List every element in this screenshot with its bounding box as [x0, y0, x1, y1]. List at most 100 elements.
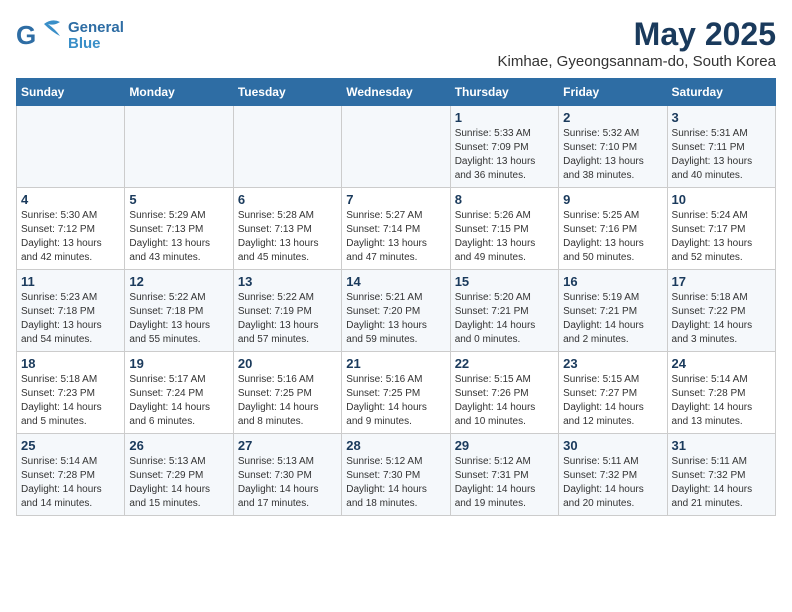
cell-2-0: 11Sunrise: 5:23 AM Sunset: 7:18 PM Dayli… — [17, 270, 125, 352]
page-title: May 2025 — [497, 16, 776, 53]
day-info: Sunrise: 5:12 AM Sunset: 7:30 PM Dayligh… — [346, 455, 445, 511]
header-day-saturday: Saturday — [667, 79, 775, 106]
day-info: Sunrise: 5:15 AM Sunset: 7:27 PM Dayligh… — [563, 373, 662, 429]
day-number: 2 — [563, 110, 662, 125]
calendar-body: 1 Sunrise: 5:33 AM Sunset: 7:09 PM Daylig… — [17, 106, 776, 516]
day-number: 25 — [21, 438, 120, 453]
day-number: 9 — [563, 192, 662, 207]
header-day-tuesday: Tuesday — [233, 79, 341, 106]
header: G General Blue May 2025 Kimhae, Gyeongsa… — [16, 16, 776, 70]
day-number: 24 — [672, 356, 771, 371]
cell-3-4: 22 Sunrise: 5:15 AM Sunset: 7:26 PM Dayli… — [450, 352, 558, 434]
cell-3-0: 18Sunrise: 5:18 AM Sunset: 7:23 PM Dayli… — [17, 352, 125, 434]
logo: G General Blue — [16, 16, 124, 56]
cell-1-5: 9 Sunrise: 5:25 AM Sunset: 7:16 PM Daylig… — [559, 188, 667, 270]
day-number: 10 — [672, 192, 771, 207]
day-number: 23 — [563, 356, 662, 371]
logo-text: General Blue — [68, 20, 124, 53]
day-info: Sunrise: 5:32 AM Sunset: 7:10 PM Dayligh… — [563, 127, 662, 183]
day-number: 22 — [455, 356, 554, 371]
day-info: Sunrise: 5:28 AM Sunset: 7:13 PM Dayligh… — [238, 209, 337, 265]
day-number: 29 — [455, 438, 554, 453]
week-row-4: 18Sunrise: 5:18 AM Sunset: 7:23 PM Dayli… — [17, 352, 776, 434]
day-info: Sunrise: 5:25 AM Sunset: 7:16 PM Dayligh… — [563, 209, 662, 265]
day-info: Sunrise: 5:19 AM Sunset: 7:21 PM Dayligh… — [563, 291, 662, 347]
day-number: 28 — [346, 438, 445, 453]
cell-2-4: 15 Sunrise: 5:20 AM Sunset: 7:21 PM Dayli… — [450, 270, 558, 352]
cell-0-5: 2 Sunrise: 5:32 AM Sunset: 7:10 PM Daylig… — [559, 106, 667, 188]
cell-3-3: 21Sunrise: 5:16 AM Sunset: 7:25 PM Dayli… — [342, 352, 450, 434]
svg-text:G: G — [16, 20, 36, 50]
cell-0-2 — [233, 106, 341, 188]
day-info: Sunrise: 5:12 AM Sunset: 7:31 PM Dayligh… — [455, 455, 554, 511]
cell-4-1: 26Sunrise: 5:13 AM Sunset: 7:29 PM Dayli… — [125, 434, 233, 516]
cell-4-6: 31 Sunrise: 5:11 AM Sunset: 7:32 PM Dayli… — [667, 434, 775, 516]
cell-0-4: 1 Sunrise: 5:33 AM Sunset: 7:09 PM Daylig… — [450, 106, 558, 188]
header-day-wednesday: Wednesday — [342, 79, 450, 106]
cell-3-5: 23 Sunrise: 5:15 AM Sunset: 7:27 PM Dayli… — [559, 352, 667, 434]
cell-1-6: 10 Sunrise: 5:24 AM Sunset: 7:17 PM Dayli… — [667, 188, 775, 270]
day-info: Sunrise: 5:13 AM Sunset: 7:30 PM Dayligh… — [238, 455, 337, 511]
week-row-3: 11Sunrise: 5:23 AM Sunset: 7:18 PM Dayli… — [17, 270, 776, 352]
day-number: 6 — [238, 192, 337, 207]
day-info: Sunrise: 5:14 AM Sunset: 7:28 PM Dayligh… — [21, 455, 120, 511]
cell-3-1: 19 Sunrise: 5:17 AM Sunset: 7:24 PM Dayli… — [125, 352, 233, 434]
cell-2-2: 13 Sunrise: 5:22 AM Sunset: 7:19 PM Dayli… — [233, 270, 341, 352]
day-info: Sunrise: 5:22 AM Sunset: 7:18 PM Dayligh… — [129, 291, 228, 347]
day-info: Sunrise: 5:24 AM Sunset: 7:17 PM Dayligh… — [672, 209, 771, 265]
cell-2-1: 12 Sunrise: 5:22 AM Sunset: 7:18 PM Dayli… — [125, 270, 233, 352]
day-number: 17 — [672, 274, 771, 289]
cell-2-3: 14 Sunrise: 5:21 AM Sunset: 7:20 PM Dayli… — [342, 270, 450, 352]
day-info: Sunrise: 5:17 AM Sunset: 7:24 PM Dayligh… — [129, 373, 228, 429]
day-number: 13 — [238, 274, 337, 289]
header-day-friday: Friday — [559, 79, 667, 106]
header-day-sunday: Sunday — [17, 79, 125, 106]
calendar-table: SundayMondayTuesdayWednesdayThursdayFrid… — [16, 78, 776, 516]
cell-0-0 — [17, 106, 125, 188]
cell-1-2: 6 Sunrise: 5:28 AM Sunset: 7:13 PM Daylig… — [233, 188, 341, 270]
cell-1-3: 7 Sunrise: 5:27 AM Sunset: 7:14 PM Daylig… — [342, 188, 450, 270]
day-info: Sunrise: 5:20 AM Sunset: 7:21 PM Dayligh… — [455, 291, 554, 347]
cell-3-6: 24 Sunrise: 5:14 AM Sunset: 7:28 PM Dayli… — [667, 352, 775, 434]
day-number: 8 — [455, 192, 554, 207]
header-day-thursday: Thursday — [450, 79, 558, 106]
day-number: 1 — [455, 110, 554, 125]
cell-0-6: 3 Sunrise: 5:31 AM Sunset: 7:11 PM Daylig… — [667, 106, 775, 188]
cell-3-2: 20Sunrise: 5:16 AM Sunset: 7:25 PM Dayli… — [233, 352, 341, 434]
cell-1-0: 4Sunrise: 5:30 AM Sunset: 7:12 PM Daylig… — [17, 188, 125, 270]
day-info: Sunrise: 5:26 AM Sunset: 7:15 PM Dayligh… — [455, 209, 554, 265]
header-row: SundayMondayTuesdayWednesdayThursdayFrid… — [17, 79, 776, 106]
day-info: Sunrise: 5:15 AM Sunset: 7:26 PM Dayligh… — [455, 373, 554, 429]
day-number: 5 — [129, 192, 228, 207]
day-info: Sunrise: 5:33 AM Sunset: 7:09 PM Dayligh… — [455, 127, 554, 183]
day-info: Sunrise: 5:14 AM Sunset: 7:28 PM Dayligh… — [672, 373, 771, 429]
day-info: Sunrise: 5:16 AM Sunset: 7:25 PM Dayligh… — [346, 373, 445, 429]
day-number: 15 — [455, 274, 554, 289]
week-row-2: 4Sunrise: 5:30 AM Sunset: 7:12 PM Daylig… — [17, 188, 776, 270]
day-number: 12 — [129, 274, 228, 289]
day-number: 30 — [563, 438, 662, 453]
cell-1-4: 8 Sunrise: 5:26 AM Sunset: 7:15 PM Daylig… — [450, 188, 558, 270]
day-number: 7 — [346, 192, 445, 207]
day-number: 31 — [672, 438, 771, 453]
cell-4-0: 25 Sunrise: 5:14 AM Sunset: 7:28 PM Dayli… — [17, 434, 125, 516]
header-day-monday: Monday — [125, 79, 233, 106]
day-number: 4 — [21, 192, 120, 207]
day-info: Sunrise: 5:27 AM Sunset: 7:14 PM Dayligh… — [346, 209, 445, 265]
page-subtitle: Kimhae, Gyeongsannam-do, South Korea — [497, 53, 776, 70]
day-number: 14 — [346, 274, 445, 289]
cell-0-3 — [342, 106, 450, 188]
week-row-5: 25 Sunrise: 5:14 AM Sunset: 7:28 PM Dayli… — [17, 434, 776, 516]
day-number: 18 — [21, 356, 120, 371]
day-info: Sunrise: 5:11 AM Sunset: 7:32 PM Dayligh… — [672, 455, 771, 511]
week-row-1: 1 Sunrise: 5:33 AM Sunset: 7:09 PM Daylig… — [17, 106, 776, 188]
day-number: 19 — [129, 356, 228, 371]
cell-4-4: 29 Sunrise: 5:12 AM Sunset: 7:31 PM Dayli… — [450, 434, 558, 516]
day-number: 27 — [238, 438, 337, 453]
day-info: Sunrise: 5:31 AM Sunset: 7:11 PM Dayligh… — [672, 127, 771, 183]
day-number: 11 — [21, 274, 120, 289]
day-info: Sunrise: 5:16 AM Sunset: 7:25 PM Dayligh… — [238, 373, 337, 429]
day-info: Sunrise: 5:21 AM Sunset: 7:20 PM Dayligh… — [346, 291, 445, 347]
day-number: 3 — [672, 110, 771, 125]
day-info: Sunrise: 5:22 AM Sunset: 7:19 PM Dayligh… — [238, 291, 337, 347]
